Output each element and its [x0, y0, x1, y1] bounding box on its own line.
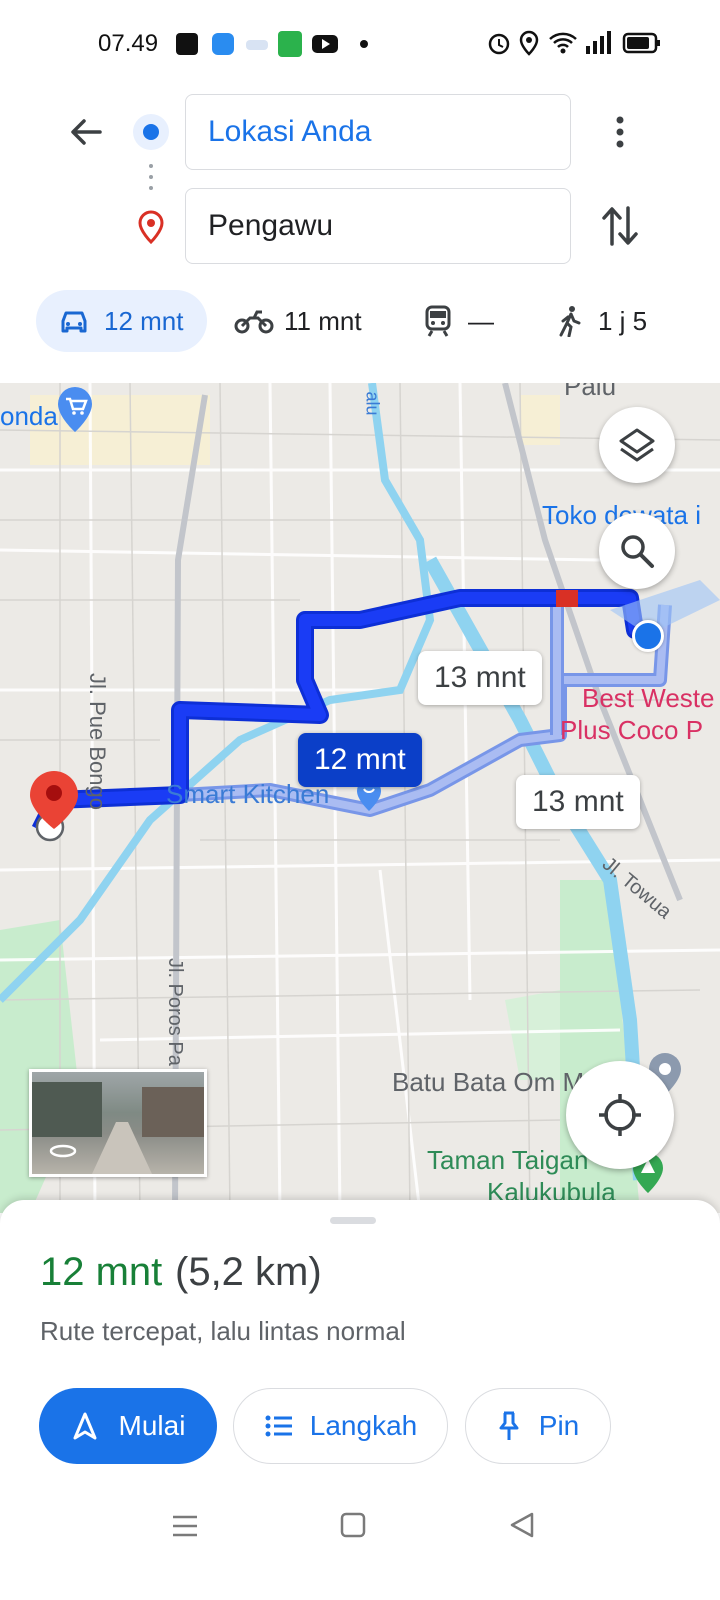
map-label-jl-poros: Jl. Poros Pa	[164, 958, 186, 1066]
steps-button-label: Langkah	[309, 1410, 418, 1441]
route-alt-2-time[interactable]: 13 mnt	[516, 775, 640, 829]
alarm-icon	[488, 33, 510, 55]
map-label-onda: onda	[0, 401, 58, 431]
app-icon-green	[278, 31, 302, 57]
system-nav-bar	[0, 1490, 720, 1600]
route-alt-1-time[interactable]: 13 mnt	[418, 651, 542, 705]
train-icon	[425, 305, 451, 337]
mode-motorcycle-label: 11 mnt	[284, 305, 362, 336]
route-duration: 12 mnt	[40, 1250, 163, 1294]
more-options-icon[interactable]	[608, 114, 632, 150]
list-icon	[265, 1415, 292, 1437]
my-location-button[interactable]	[566, 1061, 674, 1169]
back-nav-icon[interactable]	[508, 1511, 536, 1539]
motorcycle-icon	[234, 310, 274, 334]
mode-motorcycle[interactable]: 11 mnt	[222, 290, 382, 352]
crosshair-icon	[599, 1094, 641, 1136]
wifi-icon	[549, 32, 577, 54]
steps-button[interactable]: Langkah	[233, 1388, 448, 1464]
search-along-route-button[interactable]	[599, 513, 675, 589]
current-location-marker	[632, 620, 664, 652]
youtube-icon	[312, 35, 338, 53]
map-label-taman-1: Taman Taigan	[427, 1145, 589, 1175]
mode-transit-label: —	[468, 305, 494, 336]
start-button-label: Mulai	[118, 1410, 186, 1441]
app-icon-small	[246, 40, 268, 50]
sheet-drag-handle[interactable]	[330, 1217, 376, 1224]
dot-icon	[360, 40, 368, 48]
swap-icon[interactable]	[600, 204, 640, 248]
shopping-place-icon[interactable]	[55, 385, 95, 435]
rotate-360-icon	[49, 1144, 77, 1158]
destination-pin-icon	[138, 210, 164, 244]
start-button[interactable]: Mulai	[39, 1388, 217, 1464]
map-label-jl-pue-bongo: Jl. Pue Bongo	[85, 673, 110, 810]
location-icon	[519, 30, 539, 56]
walk-icon	[559, 306, 581, 337]
map-label-best-western-1: Best Weste	[582, 683, 715, 713]
pin-button-label: Pin	[538, 1410, 580, 1441]
mode-walk[interactable]: 1 j 5	[548, 290, 668, 352]
map-label-best-western-2: Plus Coco P	[560, 715, 704, 745]
status-bar: 07.49	[0, 0, 720, 80]
origin-input[interactable]: Lokasi Anda	[185, 94, 571, 170]
pin-icon	[499, 1411, 519, 1440]
destination-marker-icon[interactable]	[26, 769, 82, 849]
origin-dot-icon	[133, 114, 169, 150]
route-description: Rute tercepat, lalu lintas normal	[40, 1316, 406, 1346]
mode-car[interactable]: 12 mnt	[36, 290, 207, 352]
home-nav-icon[interactable]	[340, 1511, 366, 1539]
navigation-arrow-icon	[73, 1412, 97, 1440]
battery-icon	[622, 32, 660, 54]
mode-car-label: 12 mnt	[104, 305, 184, 336]
mode-transit[interactable]: —	[412, 290, 522, 352]
route-distance: (5,2 km)	[175, 1250, 322, 1294]
map-label-river: alu	[362, 391, 383, 416]
shopee-icon	[176, 33, 198, 55]
search-icon	[621, 535, 654, 568]
route-connector-dots	[149, 164, 153, 190]
street-view-thumbnail[interactable]	[29, 1069, 207, 1177]
map-label-batu-bata: Batu Bata Om M	[392, 1067, 585, 1097]
back-arrow-icon[interactable]	[66, 112, 106, 152]
mode-walk-label: 1 j 5	[598, 305, 648, 336]
signal-icon	[586, 31, 611, 54]
pin-button[interactable]: Pin	[465, 1388, 611, 1464]
map-view[interactable]: onda Palu alu Toko dewata i Best Weste P…	[0, 383, 720, 1213]
menu-nav-icon[interactable]	[171, 1512, 199, 1540]
layers-button[interactable]	[599, 407, 675, 483]
car-icon	[61, 311, 87, 333]
map-label-palu: Palu	[564, 383, 617, 401]
layers-icon	[619, 428, 655, 462]
status-time: 07.49	[98, 30, 159, 57]
destination-input[interactable]: Pengawu	[185, 188, 571, 264]
route-main-time[interactable]: 12 mnt	[298, 733, 422, 787]
app-icon-blue	[212, 33, 234, 55]
